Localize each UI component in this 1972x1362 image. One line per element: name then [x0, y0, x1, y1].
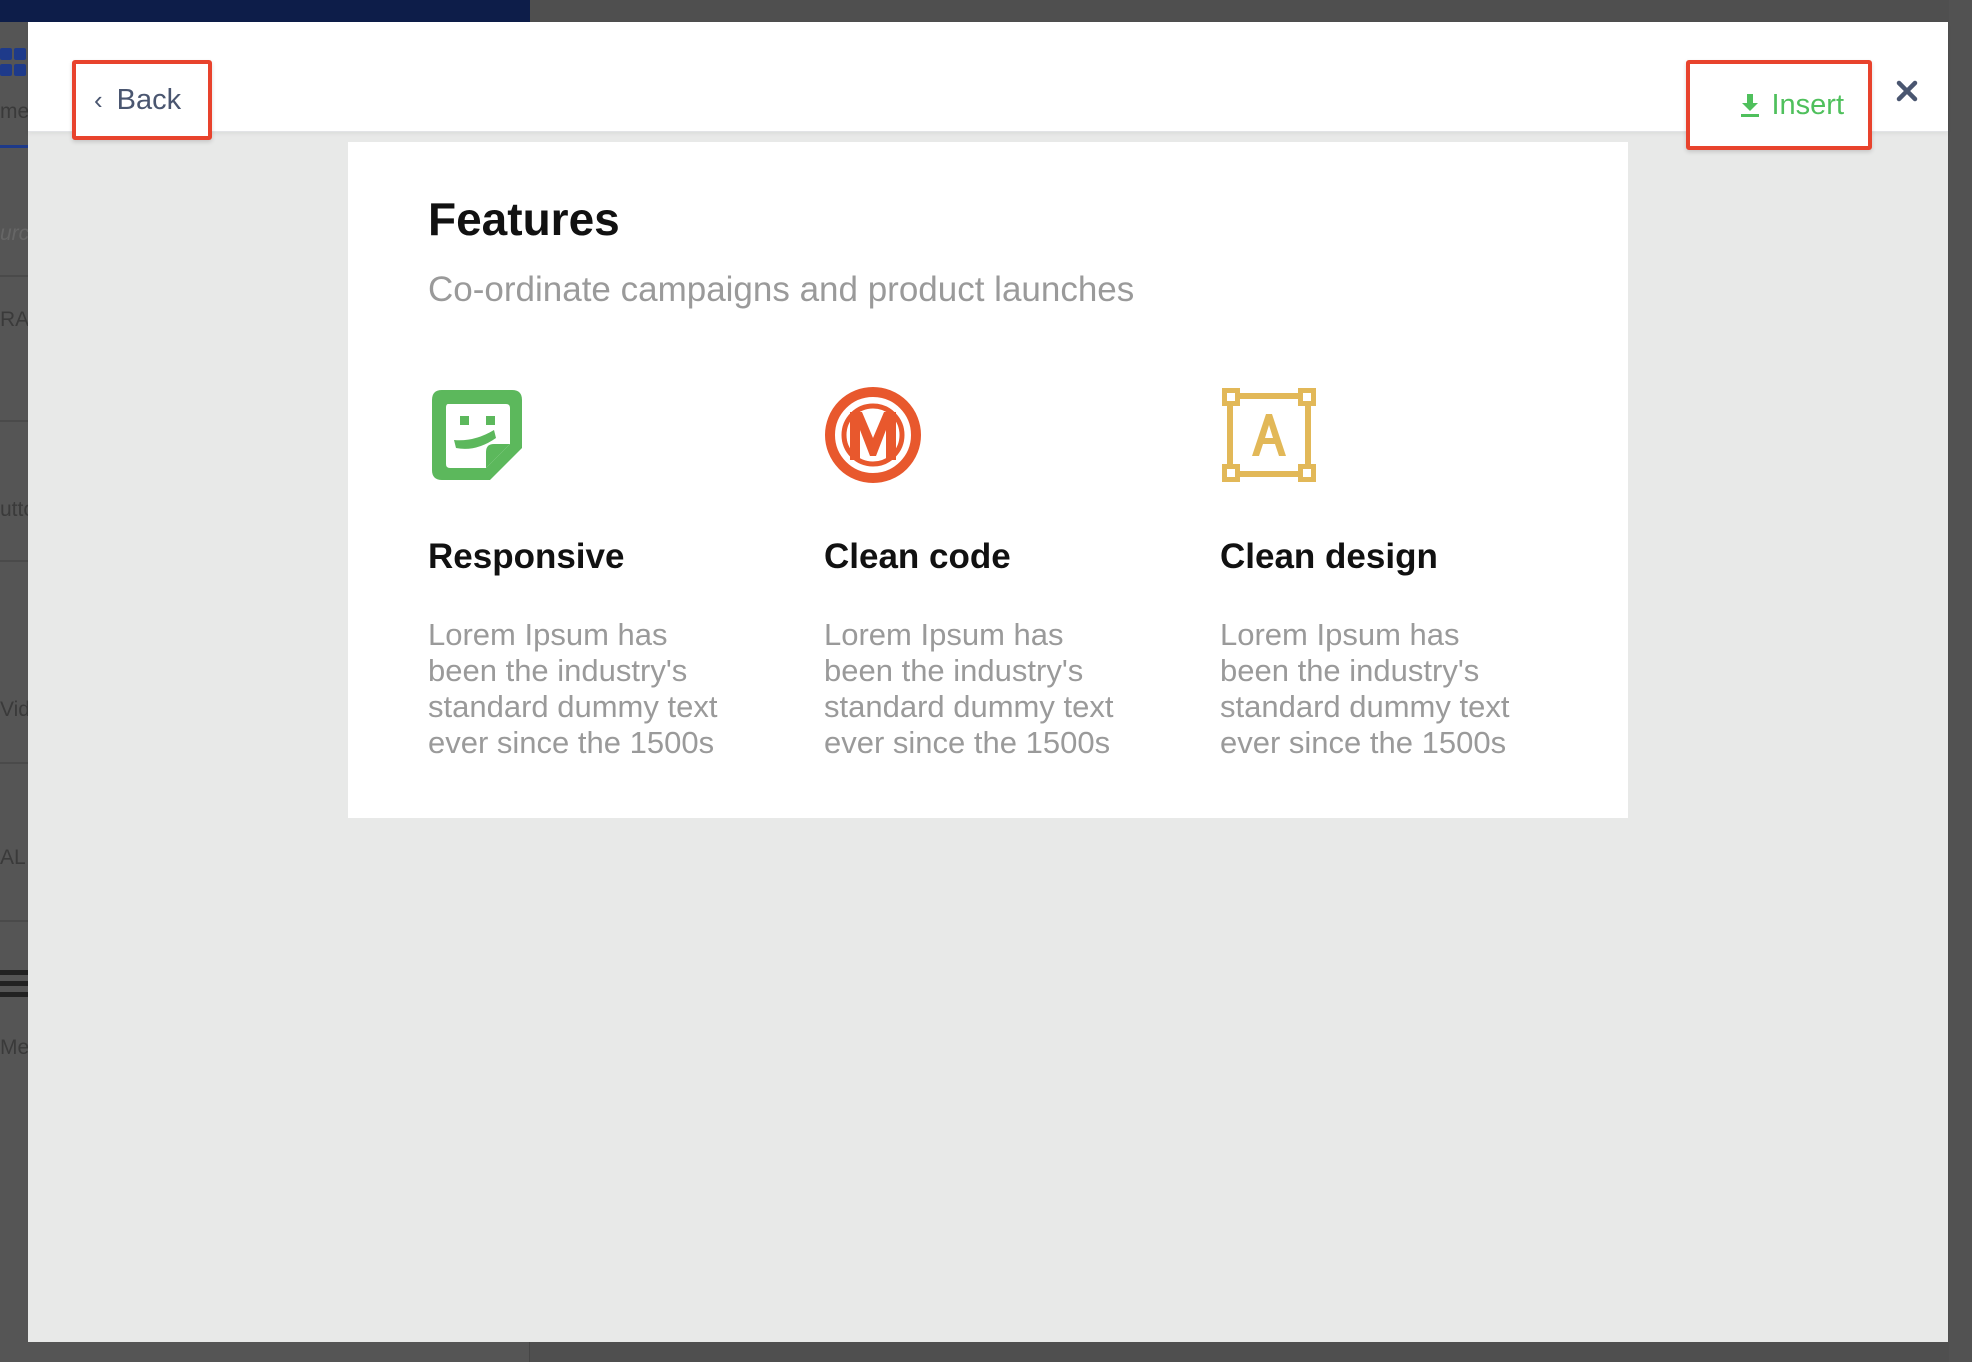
- feature-card: Clean code Lorem Ipsum has been the indu…: [824, 386, 1144, 761]
- background-divider: [0, 420, 28, 422]
- menu-icon: [0, 970, 28, 1006]
- back-button[interactable]: ‹ Back: [72, 60, 212, 140]
- background-divider: [0, 920, 28, 922]
- template-preview: Features Co-ordinate campaigns and produ…: [348, 142, 1628, 818]
- background-label: utto: [0, 498, 28, 521]
- background-tab-indicator: [0, 145, 28, 148]
- feature-card: Responsive Lorem Ipsum has been the indu…: [428, 386, 748, 761]
- background-divider: [0, 275, 28, 277]
- download-icon: [1741, 94, 1760, 117]
- background-label: Men: [0, 1036, 28, 1059]
- insert-button-label: Insert: [1771, 88, 1844, 121]
- feature-description: Lorem Ipsum has been the industry's stan…: [428, 617, 718, 760]
- section-subtitle: Co-ordinate campaigns and product launch…: [428, 270, 1135, 309]
- feature-heading: Clean design: [1220, 537, 1438, 576]
- smiley-sticker-icon: [432, 390, 522, 480]
- insert-button[interactable]: Insert: [1686, 60, 1872, 150]
- back-button-label: Back: [116, 83, 182, 116]
- background-divider: [0, 762, 28, 764]
- background-label: RAL: [0, 308, 28, 331]
- feature-card: Clean design Lorem Ipsum has been the in…: [1220, 386, 1540, 761]
- metro-m-circle-icon: [825, 387, 921, 483]
- template-preview-modal: ‹ Back Insert Features Co-ordinate campa…: [28, 22, 1948, 1342]
- grid-icon: [0, 48, 30, 82]
- background-divider: [0, 560, 28, 562]
- background-topbar: [0, 0, 530, 22]
- section-title: Features: [428, 193, 620, 245]
- background-label: me: [0, 100, 28, 123]
- background-label: urc: [0, 222, 28, 245]
- feature-description: Lorem Ipsum has been the industry's stan…: [824, 617, 1114, 760]
- text-frame-icon: [1222, 388, 1316, 482]
- chevron-left-icon: ‹: [94, 85, 103, 115]
- background-label: AL: [0, 846, 26, 869]
- close-button[interactable]: [1890, 74, 1924, 108]
- feature-description: Lorem Ipsum has been the industry's stan…: [1220, 617, 1510, 760]
- modal-header: ‹ Back Insert: [28, 22, 1948, 150]
- background-right-edge: [1949, 0, 1972, 1362]
- feature-heading: Responsive: [428, 537, 625, 576]
- background-label: Vide: [0, 698, 28, 721]
- close-icon: [1896, 80, 1918, 102]
- feature-heading: Clean code: [824, 537, 1011, 576]
